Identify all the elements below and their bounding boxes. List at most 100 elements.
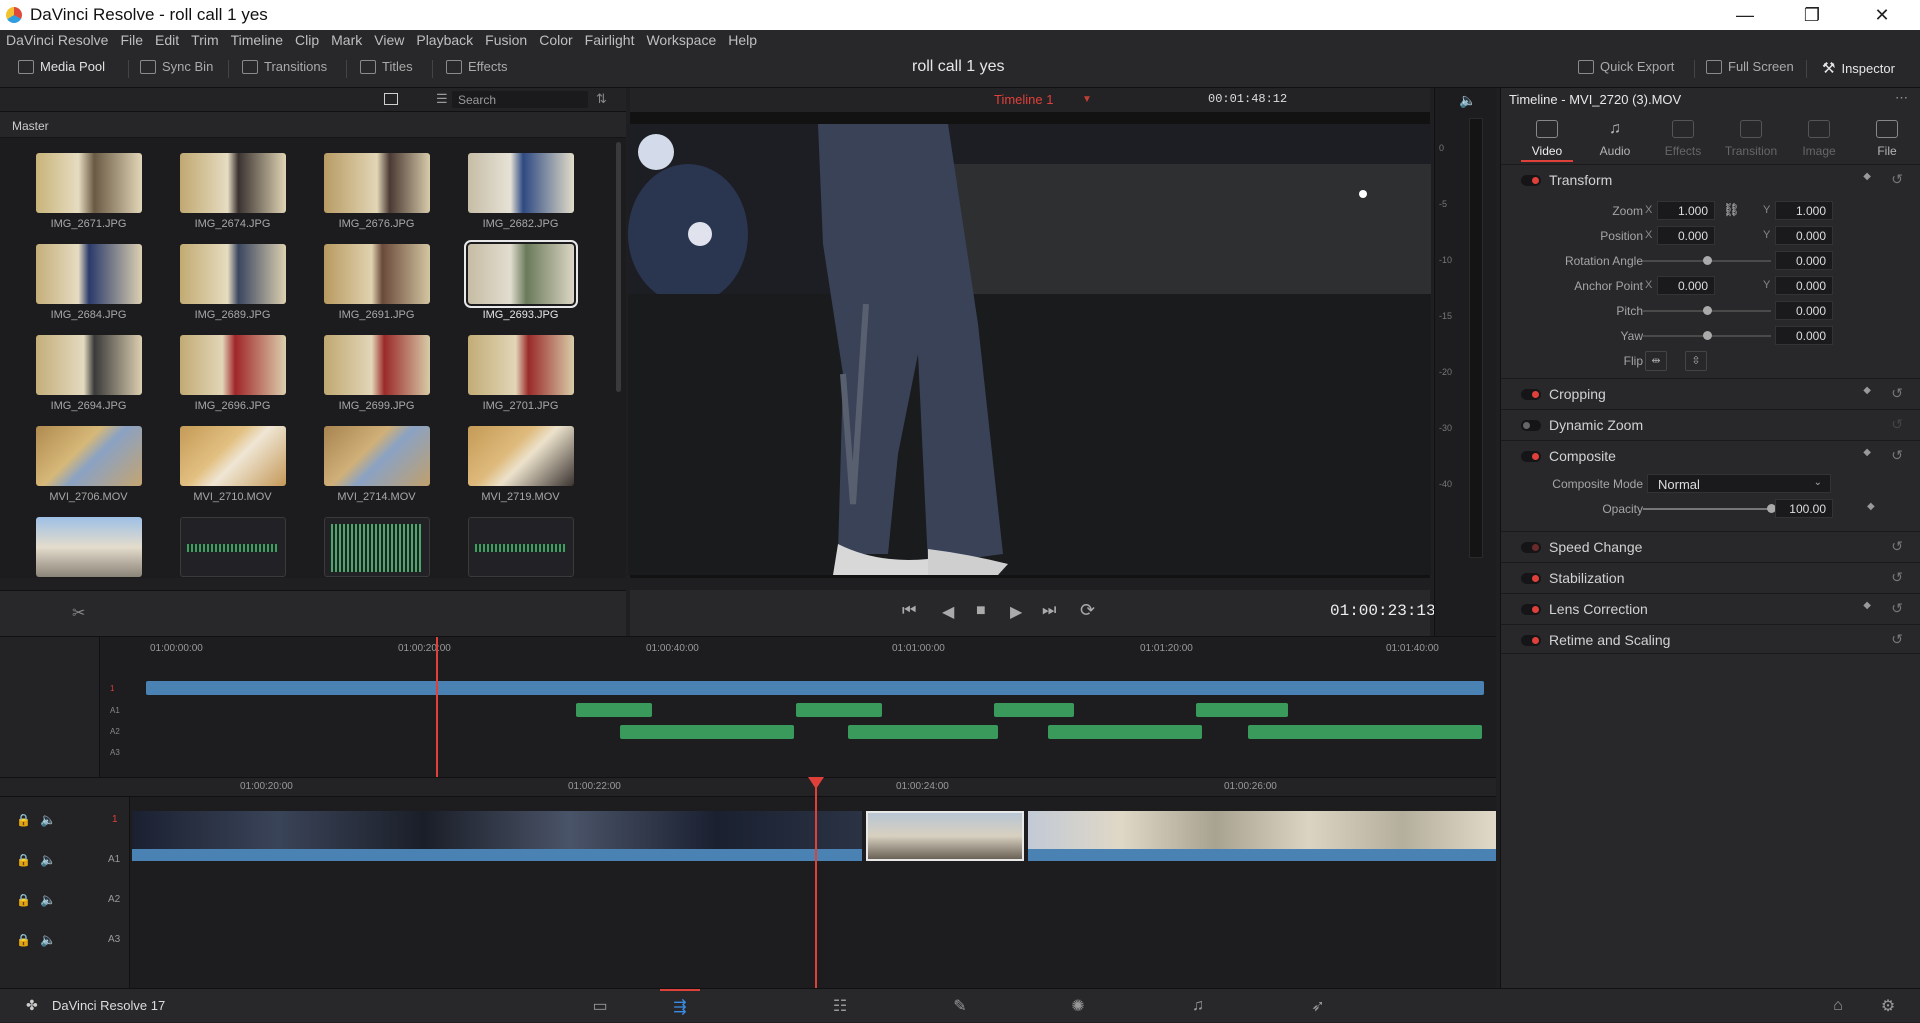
menu-timeline[interactable]: Timeline [231,32,283,48]
upper-playhead[interactable] [436,637,438,777]
clip-thumbnail[interactable] [36,244,142,304]
titles-button[interactable]: Titles [360,59,413,74]
stop-button[interactable]: ■ [976,602,986,620]
tab-effects[interactable]: Effects [1651,120,1715,158]
video-clip-bar[interactable] [132,849,862,861]
lock-icon[interactable]: 🔒 [16,813,31,827]
zoom-x-field[interactable]: 1.000 [1657,201,1715,220]
zoom-y-field[interactable]: 1.000 [1775,201,1833,220]
menu-mark[interactable]: Mark [331,32,362,48]
clip-thumbnail[interactable] [180,153,286,213]
color-page-icon[interactable]: ✺ [1058,995,1098,1017]
slider-knob[interactable] [1703,331,1712,340]
fusion-page-icon[interactable]: ✎ [940,995,980,1017]
audio-clip[interactable] [576,703,652,717]
tab-transition[interactable]: Transition [1719,120,1783,158]
clip-thumbnail[interactable] [324,426,430,486]
composite-mode-select[interactable]: Normal ⌄ [1647,474,1831,493]
video-clip-plaza[interactable] [1028,811,1496,849]
audio-clip[interactable] [994,703,1074,717]
video-clip-bar[interactable] [1028,849,1496,861]
clip-thumbnail[interactable] [36,335,142,395]
reset-icon[interactable]: ↺ [1891,385,1903,402]
dynamic-zoom-toggle[interactable] [1521,420,1541,431]
clip-thumbnail[interactable] [180,244,286,304]
clip-thumbnail[interactable] [324,335,430,395]
position-y-field[interactable]: 0.000 [1775,226,1833,245]
sort-icon[interactable]: ⇅ [596,91,607,107]
audio-clip-thumbnail[interactable] [180,517,286,577]
position-x-field[interactable]: 0.000 [1657,226,1715,245]
anchor-x-field[interactable]: 0.000 [1657,276,1715,295]
video-clip-night[interactable] [132,811,862,849]
menu-playback[interactable]: Playback [416,32,473,48]
lens-correction-toggle[interactable] [1521,604,1541,615]
transform-toggle[interactable] [1521,175,1541,186]
lens-correction-section[interactable]: Lens Correction ◆ ↺ [1501,593,1920,623]
menu-fairlight[interactable]: Fairlight [585,32,635,48]
opacity-field[interactable]: 100.00 [1775,499,1833,518]
clip-thumbnail[interactable] [36,426,142,486]
playhead-marker[interactable] [808,777,824,789]
media-pool-button[interactable]: Media Pool [18,59,105,74]
audio-clip-thumbnail[interactable] [468,517,574,577]
opacity-slider[interactable] [1643,508,1771,510]
jump-end-button[interactable]: ⏭ [1042,602,1056,620]
reset-icon[interactable]: ↺ [1891,569,1903,586]
pitch-field[interactable]: 0.000 [1775,301,1833,320]
cropping-section[interactable]: Cropping ◆ ↺ [1501,378,1920,408]
clip-thumbnail[interactable] [180,426,286,486]
menu-file[interactable]: File [120,32,143,48]
slider-knob[interactable] [1703,306,1712,315]
sync-bin-button[interactable]: Sync Bin [140,59,213,74]
list-view-icon[interactable]: ☰ [436,91,448,107]
audio-clip[interactable] [796,703,882,717]
cropping-toggle[interactable] [1521,389,1541,400]
speed-change-section[interactable]: Speed Change ↺ [1501,531,1920,561]
link-icon[interactable]: ⛓ [1723,202,1740,218]
clip-thumbnail[interactable] [468,426,574,486]
effects-button[interactable]: Effects [446,59,508,74]
reset-icon[interactable]: ↺ [1891,538,1903,555]
tab-image[interactable]: Image [1787,120,1851,158]
speaker-icon[interactable]: 🔈 [40,852,56,868]
transitions-button[interactable]: Transitions [242,59,327,74]
menu-trim[interactable]: Trim [191,32,218,48]
menu-edit[interactable]: Edit [155,32,179,48]
clip-thumbnail[interactable] [36,153,142,213]
media-page-icon[interactable]: ▭ [580,995,620,1017]
clip-thumbnail[interactable] [468,153,574,213]
yaw-field[interactable]: 0.000 [1775,326,1833,345]
keyframe-icon[interactable]: ◆ [1863,447,1871,458]
fairlight-page-icon[interactable]: ♫ [1178,995,1218,1017]
viewer-frame[interactable] [628,124,1431,575]
speed-change-toggle[interactable] [1521,542,1541,553]
speaker-icon[interactable]: 🔈 [1459,92,1476,109]
upper-ruler[interactable]: 01:00:00:00 01:00:20:00 01:00:40:00 01:0… [140,643,1490,657]
full-screen-button[interactable]: Full Screen [1706,59,1794,74]
tab-file[interactable]: File [1855,120,1919,158]
speaker-icon[interactable]: 🔈 [40,812,56,828]
play-button[interactable]: ▶ [1010,602,1022,622]
anchor-y-field[interactable]: 0.000 [1775,276,1833,295]
keyframe-icon[interactable]: ◆ [1863,171,1871,182]
loop-button[interactable]: ⟳ [1080,600,1095,621]
flip-horizontal-icon[interactable]: ⇹ [1645,351,1667,371]
speaker-icon[interactable]: 🔈 [40,892,56,908]
dynamic-zoom-section[interactable]: Dynamic Zoom ↺ [1501,409,1920,439]
speaker-icon[interactable]: 🔈 [40,932,56,948]
deliver-page-icon[interactable]: ➶ [1298,995,1338,1017]
audio-clip[interactable] [848,725,998,739]
inspector-button[interactable]: ⚒ Inspector [1822,59,1895,77]
menu-davinci-resolve[interactable]: DaVinci Resolve [6,32,108,48]
clip-thumbnail[interactable] [468,335,574,395]
keyframe-icon[interactable]: ◆ [1863,600,1871,611]
razor-icon[interactable]: ✂ [72,603,85,623]
reset-icon[interactable]: ↺ [1891,447,1903,464]
composite-toggle[interactable] [1521,451,1541,462]
media-pool-scrollbar[interactable] [616,142,621,392]
keyframe-icon[interactable]: ◆ [1867,501,1875,512]
audio-clip[interactable] [1048,725,1202,739]
jump-start-button[interactable]: ⏮ [902,602,916,620]
lower-playhead[interactable] [815,777,817,989]
